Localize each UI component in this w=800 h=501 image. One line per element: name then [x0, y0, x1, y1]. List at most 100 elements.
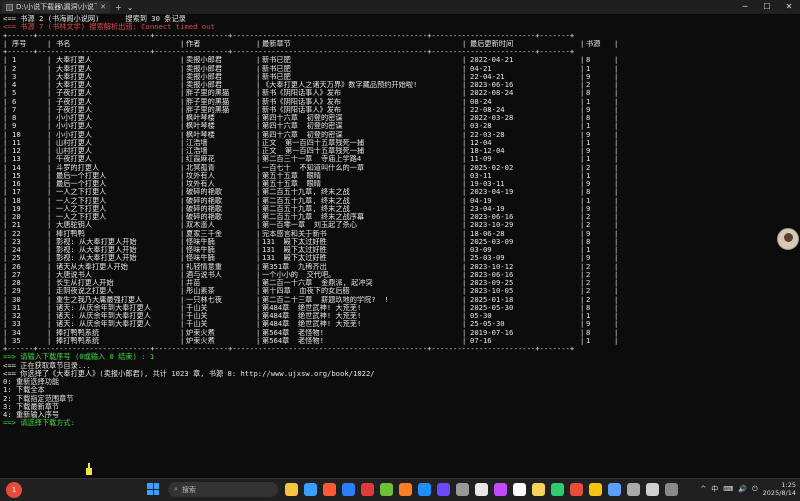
table-cell: 19 [12, 204, 21, 213]
table-pipe: | [180, 262, 185, 271]
table-cell: 一只林七夜 [186, 295, 222, 304]
floating-avatar[interactable] [777, 228, 799, 250]
table-cell: 03-28 [470, 122, 492, 131]
app-icon[interactable] [456, 483, 469, 496]
table-row: | | | | | | | 28 长生从打更人开始 井苗 第二百一十六章 金鼎派, 起冲突 2023-… [3, 279, 623, 287]
table-pipe: | [3, 221, 8, 230]
table-row: | | | | | | | 7 子夜打更人 胖子里的黑猫 新书《阴阳话事人》发布 22-08-24 9 [3, 106, 623, 114]
table-cell: 23-04-19 [470, 204, 505, 213]
app-icon[interactable] [589, 483, 602, 496]
table-row: | | | | | | | 6 子夜打更人 胖子里的黑猫 新书《阴阳话事人》发布 08-24 1 [3, 98, 623, 106]
table-cell: 井苗 [186, 279, 201, 287]
table-pipe: | [3, 270, 8, 279]
table-pipe: | [180, 221, 185, 230]
table-row: | | | | | | | 20 一人之下打更人 破碎的艳歌 第二百五十九章 终末之战序幕 2023-… [3, 213, 623, 221]
table-pipe: | [462, 122, 467, 131]
table-cell: 24 [12, 246, 21, 254]
table-pipe: | [180, 81, 185, 89]
table-cell: 2 [12, 64, 17, 73]
app-icon[interactable] [494, 483, 507, 496]
app-icon[interactable] [513, 483, 526, 496]
terminal-tab[interactable]: D:\小说下载器\漏洞\小说下载\ ✕ [2, 1, 110, 13]
table-cell: 破碎的艳歌 [186, 196, 222, 205]
power-icon[interactable]: ⏻ [752, 485, 758, 494]
table-pipe: | [580, 262, 585, 271]
app-icon[interactable] [570, 483, 583, 496]
table-cell: 1 [586, 138, 591, 147]
table-pipe: | [462, 295, 467, 304]
app-icon[interactable] [380, 483, 393, 496]
start-button[interactable] [147, 483, 159, 495]
table-pipe: | [256, 196, 261, 205]
app-icon[interactable] [627, 483, 640, 496]
table-row: | | | | | | | 32 诸天: 从庆余年到大奉打更人 千山关 第484章 绝世武神! 大荒… [3, 312, 623, 320]
table-pipe: | [614, 237, 619, 246]
table-pipe: | [180, 114, 185, 122]
app-icon[interactable] [304, 483, 317, 496]
new-tab-button[interactable]: + [115, 3, 122, 12]
table-pipe: | [180, 312, 185, 320]
app-icon[interactable] [437, 483, 450, 496]
table-pipe: | [580, 56, 585, 65]
table-cell: 9 [586, 254, 591, 263]
app-icon[interactable] [323, 483, 336, 496]
app-icon[interactable] [361, 483, 374, 496]
ime-icon[interactable]: 中 [711, 484, 718, 494]
tray-overflow-icon[interactable]: ^ [700, 485, 706, 493]
weather-widget-icon[interactable]: 1 [6, 482, 22, 498]
console-output[interactable]: <== 书源 2 (书海阁小说网) 搜索到 30 条记录 <== 书源 7 (书林… [0, 15, 800, 477]
volume-icon[interactable]: 🔊 [738, 485, 747, 493]
table-pipe: | [462, 320, 467, 329]
table-pipe: | [256, 279, 261, 287]
tab-dropdown-button[interactable]: ⌄ [127, 3, 134, 12]
table-row: | | | | | | | 21 大唐驼钥人 双木遥人 第一百零一章 刘玉起了杀心 2023-10-2… [3, 221, 623, 229]
table-pipe: | [256, 56, 261, 65]
table-row: | | | | | | | 17 一人之下打更人 破碎的艳歌 第二百五十九章, 终末之战 2023-0… [3, 188, 623, 196]
table-pipe: | [256, 262, 261, 271]
table-pipe: | [256, 64, 261, 73]
table-pipe: | [180, 138, 185, 147]
maximize-button[interactable]: ☐ [756, 0, 778, 14]
app-icon[interactable] [418, 483, 431, 496]
table-cell: 2 [586, 163, 591, 172]
table-pipe: | [614, 97, 619, 106]
app-icon[interactable] [665, 483, 678, 496]
table-cell: 2022-03-28 [470, 114, 514, 122]
clock[interactable]: 1:25 2025/8/14 [763, 481, 796, 497]
table-cell: 酒与说书人 [186, 270, 222, 279]
taskbar-search[interactable]: ⌕ 搜索 [168, 482, 278, 497]
table-pipe: | [47, 229, 52, 238]
table-pipe: | [47, 163, 52, 172]
table-pipe: | [47, 56, 52, 65]
table-cell: 8 [586, 237, 591, 246]
close-window-button[interactable]: ✕ [778, 0, 800, 14]
keyboard-icon[interactable]: ⌨ [723, 485, 733, 493]
app-icon[interactable] [342, 483, 355, 496]
table-pipe: | [614, 114, 619, 122]
table-pipe: | [580, 81, 585, 89]
table-pipe: | [580, 303, 585, 312]
table-pipe: | [256, 229, 261, 238]
app-icon[interactable] [285, 483, 298, 496]
app-icon[interactable] [475, 483, 488, 496]
table-row: | | | | | | | 1 大奉打更人 卖报小郎君 新书已肥 2022-04-21 8 [3, 56, 623, 64]
table-cell: 大奉打更人 [56, 72, 92, 81]
table-cell: 2025-02-02 [470, 163, 514, 172]
table-cell: 2023-06-16 [470, 81, 514, 89]
table-pipe: | [256, 328, 261, 337]
table-cell: 2 [586, 270, 591, 279]
table-pipe: | [3, 72, 8, 81]
table-cell: 新书已肥 [262, 56, 291, 65]
table-cell: 12-04 [470, 138, 492, 147]
app-icon[interactable] [399, 483, 412, 496]
app-icon[interactable] [608, 483, 621, 496]
table-cell: 子夜打更人 [56, 105, 92, 114]
minimize-button[interactable]: ─ [734, 0, 756, 14]
table-pipe: | [256, 204, 261, 213]
table-pipe: | [47, 64, 52, 73]
app-icon[interactable] [532, 483, 545, 496]
app-icon[interactable] [646, 483, 659, 496]
table-pipe: | [580, 295, 585, 304]
close-tab-icon[interactable]: ✕ [100, 3, 106, 11]
app-icon[interactable] [551, 483, 564, 496]
